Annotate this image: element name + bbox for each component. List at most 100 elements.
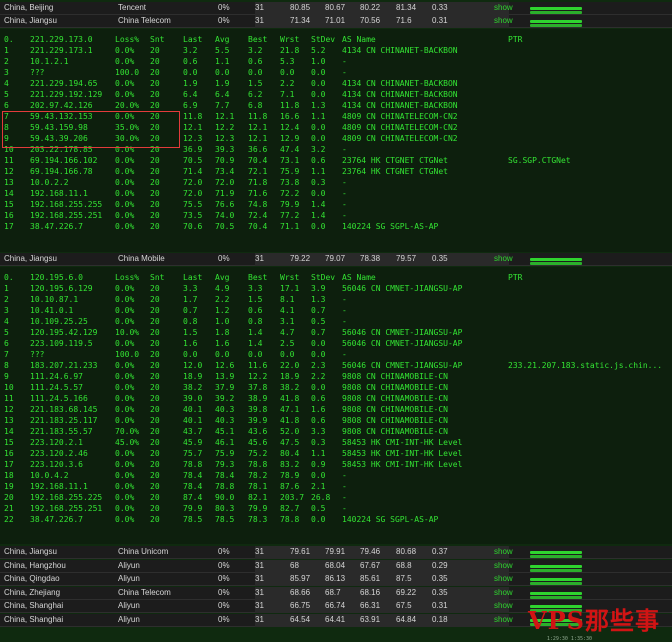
hop-host: 221.229.173.1: [30, 46, 93, 55]
hop-avg: 40.3: [215, 416, 235, 425]
hop-loss: 20.0%: [115, 101, 140, 110]
hop-snt: 20: [150, 295, 160, 304]
hop-avg: Avg: [215, 35, 230, 44]
hop-best: 70.4: [248, 156, 268, 165]
cell-wrst: 64.84: [396, 614, 417, 624]
cell-isp: China Telecom: [118, 587, 171, 597]
hop-loss: 45.0%: [115, 438, 140, 447]
cell-snt: 31: [255, 16, 264, 25]
hop-idx: 4: [4, 317, 9, 326]
hop-stdev: 0.6: [311, 394, 326, 403]
hop-snt: 20: [150, 361, 160, 370]
hop-stdev: 1.1: [311, 449, 326, 458]
hop-asn: 9808 CN CHINAMOBILE-CN: [342, 394, 448, 403]
hop-loss: 0.0%: [115, 339, 135, 348]
hop-asn: AS Name: [342, 35, 376, 44]
cell-loss: 0%: [218, 547, 230, 556]
hop-last: 78.4: [183, 471, 203, 480]
cell-last: 66.75: [290, 601, 311, 610]
show-link[interactable]: show: [494, 16, 513, 25]
cell-region: China, Qingdao: [4, 574, 60, 583]
cell-wrst: 80.68: [396, 547, 417, 556]
hop-avg: 1.6: [215, 339, 230, 348]
hop-idx: 13: [4, 178, 14, 187]
hop-best: 39.9: [248, 416, 268, 425]
hop-avg: 39.2: [215, 394, 235, 403]
hop-loss: 0.0%: [115, 178, 135, 187]
show-link[interactable]: show: [494, 254, 513, 263]
cell-stdev: 0.31: [432, 601, 448, 610]
hop-loss: 0.0%: [115, 471, 135, 480]
cell-best: 78.38: [360, 254, 381, 263]
hop-snt: 20: [150, 101, 160, 110]
hop-wrst: 82.7: [280, 504, 300, 513]
hop-loss: 10.0%: [115, 328, 140, 337]
hop-loss: 0.0%: [115, 156, 135, 165]
hop-snt: 20: [150, 156, 160, 165]
show-link[interactable]: show: [494, 588, 513, 597]
cell-snt: 31: [255, 560, 264, 570]
hop-idx: 2: [4, 295, 9, 304]
hop-asn: -: [342, 189, 347, 198]
hop-host: 120.195.6.0: [30, 273, 83, 282]
hop-stdev: 0.6: [311, 416, 326, 425]
hop-asn: 140224 SG SGPL-AS-AP: [342, 515, 439, 524]
show-link[interactable]: show: [494, 601, 513, 610]
hop-host: ???: [30, 68, 45, 77]
show-link[interactable]: show: [494, 574, 513, 583]
hop-snt: 20: [150, 57, 160, 66]
show-link[interactable]: show: [494, 615, 513, 624]
show-link[interactable]: show: [494, 561, 513, 570]
hop-idx: 6: [4, 339, 9, 348]
hop-last: 39.0: [183, 394, 203, 403]
hop-stdev: 0.5: [311, 317, 326, 326]
hop-host: 192.168.255.225: [30, 493, 103, 502]
hop-wrst: 78.9: [280, 471, 300, 480]
hop-asn: 4134 CN CHINANET-BACKBON: [342, 79, 458, 88]
cell-last: 79.61: [290, 547, 311, 556]
hop-last: 43.7: [183, 427, 203, 436]
hop-ptr: SG.SGP.CTGNet: [508, 156, 571, 165]
hop-wrst: Wrst: [280, 273, 300, 282]
hop-asn: 4134 CN CHINANET-BACKBON: [342, 46, 458, 55]
hop-snt: 20: [150, 90, 160, 99]
hop-asn: 23764 HK CTGNET CTGNet: [342, 167, 448, 176]
hop-asn: 9808 CN CHINAMOBILE-CN: [342, 405, 448, 414]
hop-stdev: 3.2: [311, 145, 326, 154]
hop-host: 221.183.68.145: [30, 405, 98, 414]
hop-best: 6.2: [248, 90, 263, 99]
hop-idx: 1: [4, 46, 9, 55]
hop-stdev: 2.1: [311, 482, 326, 491]
hop-last: 6.9: [183, 101, 198, 110]
cell-region: China, Zhejiang: [4, 587, 61, 597]
hop-last: Last: [183, 35, 203, 44]
hop-wrst: 4.7: [280, 328, 295, 337]
hop-snt: Snt: [150, 35, 165, 44]
hop-last: 75.5: [183, 200, 203, 209]
show-link[interactable]: show: [494, 547, 513, 556]
hop-asn: 56046 CN CMNET-JIANGSU-AP: [342, 284, 463, 293]
hop-stdev: 3.3: [311, 427, 326, 436]
hop-stdev: 0.7: [311, 306, 326, 315]
hop-idx: 5: [4, 328, 9, 337]
hop-loss: 0.0%: [115, 493, 135, 502]
hop-stdev: 0.0: [311, 515, 326, 524]
hop-host: 202.97.42.126: [30, 101, 93, 110]
hop-wrst: 52.0: [280, 427, 300, 436]
hop-wrst: 83.2: [280, 460, 300, 469]
hop-wrst: 47.5: [280, 438, 300, 447]
hop-wrst: 2.2: [280, 79, 295, 88]
cell-region: China, Jiangsu: [4, 16, 57, 25]
show-link[interactable]: show: [494, 3, 513, 12]
hop-wrst: 77.2: [280, 211, 300, 220]
hop-loss: 0.0%: [115, 79, 135, 88]
hop-snt: 20: [150, 482, 160, 491]
cell-isp: China Telecom: [118, 16, 171, 25]
hop-stdev: 0.9: [311, 460, 326, 469]
cell-avg: 68.04: [325, 560, 346, 570]
hop-idx: 3: [4, 306, 9, 315]
cell-wrst: 69.22: [396, 587, 417, 597]
hop-wrst: 47.4: [280, 145, 300, 154]
hop-best: 1.5: [248, 295, 263, 304]
hop-last: 45.9: [183, 438, 203, 447]
